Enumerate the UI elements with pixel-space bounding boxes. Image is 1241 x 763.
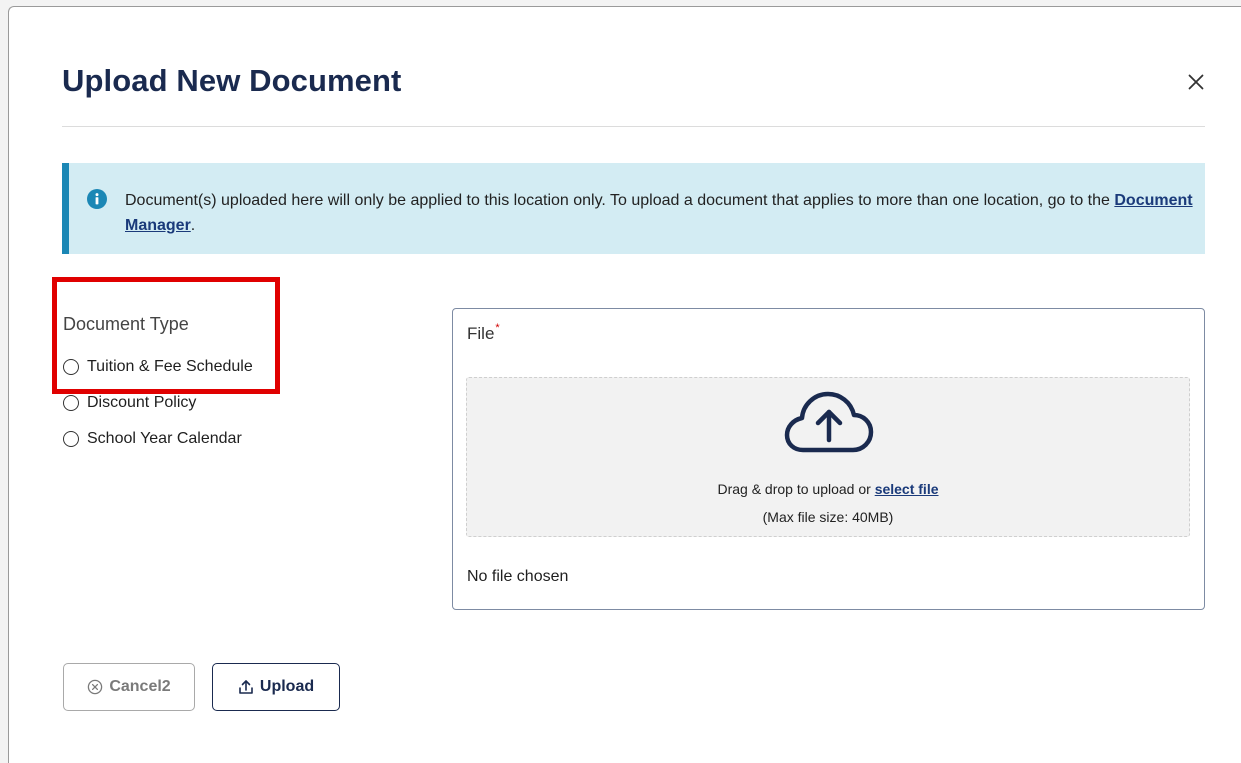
- upload-button-label: Upload: [259, 678, 315, 695]
- modal-title: Upload New Document: [62, 63, 402, 98]
- radio-option-tuition-fee-schedule[interactable]: Tuition & Fee Schedule: [63, 357, 253, 393]
- info-circle-icon: [87, 189, 107, 209]
- file-dropzone[interactable]: Drag & drop to upload or select file (Ma…: [466, 377, 1190, 537]
- header-divider: [62, 126, 1205, 127]
- file-label-text: File: [467, 324, 495, 343]
- radio-option-discount-policy[interactable]: Discount Policy: [63, 393, 253, 429]
- circle-x-icon: [88, 679, 103, 695]
- radio-button[interactable]: [63, 359, 79, 375]
- info-text-before: Document(s) uploaded here will only be a…: [125, 192, 1115, 209]
- radio-label: Discount Policy: [87, 394, 197, 411]
- cancel-button-label: Cancel2: [109, 678, 171, 695]
- close-icon: [1188, 74, 1204, 90]
- radio-label: Tuition & Fee Schedule: [87, 358, 253, 375]
- cloud-upload-icon: [784, 391, 874, 453]
- file-status: No file chosen: [467, 568, 569, 585]
- info-message: Document(s) uploaded here will only be a…: [125, 188, 1195, 238]
- file-upload-panel: File* Drag & drop to upload or select fi…: [452, 308, 1205, 610]
- upload-document-modal: Upload New Document Document(s) uploaded…: [8, 6, 1241, 763]
- radio-label: School Year Calendar: [87, 430, 242, 447]
- select-file-link[interactable]: select file: [875, 481, 939, 497]
- radio-button[interactable]: [63, 395, 79, 411]
- info-banner: Document(s) uploaded here will only be a…: [62, 163, 1205, 254]
- radio-option-school-year-calendar[interactable]: School Year Calendar: [63, 429, 253, 465]
- drop-text: Drag & drop to upload or: [717, 481, 875, 497]
- document-type-radio-group: Tuition & Fee Schedule Discount Policy S…: [63, 357, 253, 465]
- info-text-after: .: [190, 217, 196, 234]
- close-button[interactable]: [1183, 69, 1209, 95]
- cancel-button[interactable]: Cancel2: [63, 663, 195, 711]
- drop-instructions: Drag & drop to upload or select file: [467, 481, 1189, 497]
- max-file-size-note: (Max file size: 40MB): [762, 509, 894, 525]
- upload-button[interactable]: Upload: [212, 663, 340, 711]
- required-indicator: *: [495, 322, 500, 334]
- radio-button[interactable]: [63, 431, 79, 447]
- file-label: File*: [467, 322, 500, 344]
- upload-tray-icon: [239, 680, 253, 694]
- document-type-label: Document Type: [63, 314, 189, 334]
